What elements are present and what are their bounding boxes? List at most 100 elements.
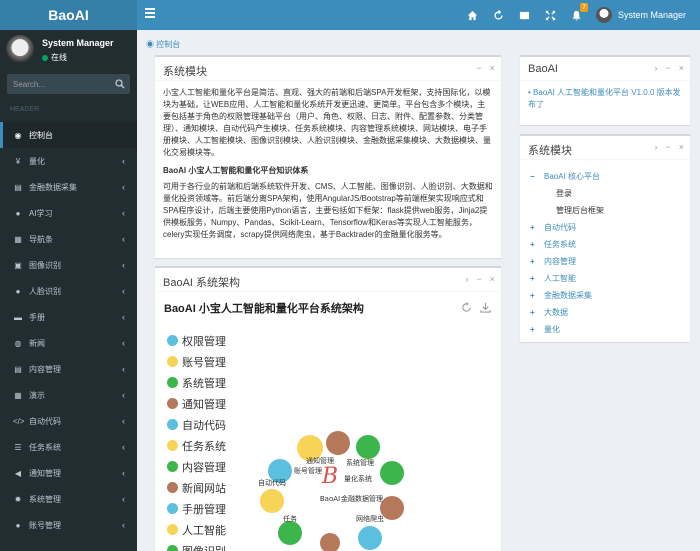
sidebar-item[interactable]: ▦ 导航条 ‹	[0, 226, 137, 252]
status-label: 在线	[51, 53, 67, 62]
legend-item[interactable]: 通知管理	[167, 393, 226, 414]
tree-node[interactable]: + 大数据	[530, 304, 680, 321]
sidebar-item[interactable]: ▦ 演示 ‹	[0, 382, 137, 408]
tree-node[interactable]: + 内容管理	[530, 253, 680, 270]
book-icon[interactable]	[512, 0, 538, 30]
legend-label: 手册管理	[182, 503, 226, 516]
close-icon[interactable]: ×	[679, 142, 684, 152]
legend-dot-icon	[167, 377, 178, 388]
sidebar-item[interactable]: ▤ 内容管理 ‹	[0, 356, 137, 382]
legend-label: 人工智能	[182, 524, 226, 537]
plus-icon: +	[530, 325, 535, 334]
sidebar-item[interactable]: ● AI学习 ‹	[0, 200, 137, 226]
tree-child[interactable]: 登录	[530, 185, 680, 202]
modules-intro: 小宝人工智能和量化平台是简洁、直观、强大的前端和后端SPA开发框架，支持国际化，…	[163, 88, 491, 157]
sidebar-menu: ◉ 控制台 ¥ 量化 ‹ ▤ 金融数据采集 ‹ ● AI学习 ‹ ▦ 导航条 ‹ ▣ 图像识别 ‹ ● 人脸识别 ‹ ▬…	[0, 122, 137, 538]
collapse-icon[interactable]: −	[476, 274, 481, 284]
sidebar-item[interactable]: ▤ 金融数据采集 ‹	[0, 174, 137, 200]
sidebar-toggle-icon[interactable]	[145, 8, 155, 22]
collapse-icon[interactable]: −	[476, 63, 481, 73]
sidebar-item[interactable]: ▬ 手册 ‹	[0, 304, 137, 330]
legend-item[interactable]: 人工智能	[167, 519, 226, 540]
sidebar-item[interactable]: ◉ 控制台	[0, 122, 137, 148]
module-bubble-icon	[380, 461, 404, 485]
sidebar-item-label: 金融数据采集	[29, 182, 77, 192]
sidebar-item[interactable]: ☰ 任务系统 ‹	[0, 434, 137, 460]
tree-node[interactable]: + 金融数据采集	[530, 287, 680, 304]
legend-item[interactable]: 内容管理	[167, 456, 226, 477]
tree-node[interactable]: + 量化	[530, 321, 680, 338]
chevron-left-icon: ‹	[122, 442, 125, 452]
search-input[interactable]	[7, 74, 107, 94]
sidebar-item[interactable]: </> 自动代码 ‹	[0, 408, 137, 434]
box-title: 系统模块	[528, 145, 572, 157]
sidebar: System Manager 在线 HEADER ◉ 控制台 ¥ 量化 ‹ ▤ 金融数据采集…	[0, 30, 137, 551]
sidebar-item-label: AI学习	[29, 208, 53, 218]
tree-root[interactable]: − BaoAI 核心平台	[530, 168, 680, 185]
bell-icon[interactable]: 7	[564, 0, 590, 30]
legend-item[interactable]: 系统管理	[167, 372, 226, 393]
legend-item[interactable]: 权限管理	[167, 330, 226, 351]
tree-node[interactable]: + 任务系统	[530, 236, 680, 253]
home-icon[interactable]	[460, 0, 486, 30]
tree-node[interactable]: + 人工智能	[530, 270, 680, 287]
expand-icon[interactable]: ›	[465, 274, 468, 284]
tree-child[interactable]: 管理后台框架	[530, 202, 680, 219]
sidebar-item-label: 新闻	[29, 338, 45, 348]
sidebar-item[interactable]: ● 人脸识别 ‹	[0, 278, 137, 304]
sidebar-item[interactable]: ◍ 新闻 ‹	[0, 330, 137, 356]
close-icon[interactable]: ×	[490, 63, 495, 73]
close-icon[interactable]: ×	[679, 63, 684, 73]
module-bubble-icon	[260, 489, 284, 513]
architecture-box: BaoAI 系统架构 › − × BaoAI 小宝人工智能和量化平台系统架构 权…	[155, 266, 501, 551]
collapse-icon[interactable]: −	[665, 142, 670, 152]
nav-icon: ▦	[14, 234, 22, 244]
breadcrumb[interactable]: ◉ 控制台	[146, 39, 180, 50]
tree-node[interactable]: + 自动代码	[530, 219, 680, 236]
online-dot-icon	[42, 54, 48, 61]
module-tree-box: 系统模块 › − × − BaoAI 核心平台 登录 管理后台框架 + 自动代码 + 任务系统…	[520, 134, 690, 342]
sidebar-item[interactable]: ◀ 通知管理 ‹	[0, 460, 137, 486]
expand-icon[interactable]: ›	[654, 142, 657, 152]
sidebar-item[interactable]: ¥ 量化 ‹	[0, 148, 137, 174]
architecture-wordcloud: B通知管理账号管理 系统管理量化系统 自动代码金融数据管理网络爬虫 任务 BaoAI	[258, 431, 404, 551]
legend-item[interactable]: 任务系统	[167, 435, 226, 456]
legend-label: 内容管理	[182, 461, 226, 474]
user-menu[interactable]: System Manager	[590, 0, 700, 30]
plus-icon: +	[530, 291, 535, 300]
box-title: BaoAI 系统架构	[163, 277, 241, 289]
legend-label: 任务系统	[182, 440, 226, 453]
chevron-left-icon: ‹	[122, 494, 125, 504]
chevron-left-icon: ‹	[122, 416, 125, 426]
close-icon[interactable]: ×	[490, 274, 495, 284]
chevron-left-icon: ‹	[122, 520, 125, 530]
cloud-word: BaoAI	[320, 495, 340, 503]
box-body: • BaoAI 人工智能和量化平台 V1.0.0 版本发布了	[520, 81, 690, 117]
sidebar-item[interactable]: ✹ 系统管理 ‹	[0, 486, 137, 512]
search-icon[interactable]	[115, 79, 125, 89]
legend-item[interactable]: 新闻网站	[167, 477, 226, 498]
face-icon: ●	[15, 286, 21, 296]
app-logo[interactable]: BaoAI	[0, 0, 137, 30]
legend-dot-icon	[167, 440, 178, 451]
release-link[interactable]: • BaoAI 人工智能和量化平台 V1.0.0 版本发布了	[528, 87, 682, 111]
box-header: 系统模块 − ×	[155, 57, 501, 81]
legend-item[interactable]: 手册管理	[167, 498, 226, 519]
fullscreen-icon[interactable]	[538, 0, 564, 30]
expand-icon[interactable]: ›	[654, 63, 657, 73]
legend-item[interactable]: 账号管理	[167, 351, 226, 372]
legend-dot-icon	[167, 524, 178, 535]
download-icon[interactable]	[480, 302, 491, 313]
legend-item[interactable]: 自动代码	[167, 414, 226, 435]
sidebar-item-label: 账号管理	[29, 520, 61, 530]
chevron-left-icon: ‹	[122, 468, 125, 478]
sidebar-item[interactable]: ▣ 图像识别 ‹	[0, 252, 137, 278]
collapse-icon[interactable]: −	[665, 63, 670, 73]
legend-item[interactable]: 图像识别	[167, 540, 226, 551]
refresh-icon[interactable]	[486, 0, 512, 30]
legend-dot-icon	[167, 461, 178, 472]
restore-icon[interactable]	[461, 302, 472, 313]
sidebar-item[interactable]: ● 账号管理 ‹	[0, 512, 137, 538]
breadcrumb-label: 控制台	[156, 40, 181, 49]
top-navbar: BaoAI 7 System Manager	[0, 0, 700, 30]
